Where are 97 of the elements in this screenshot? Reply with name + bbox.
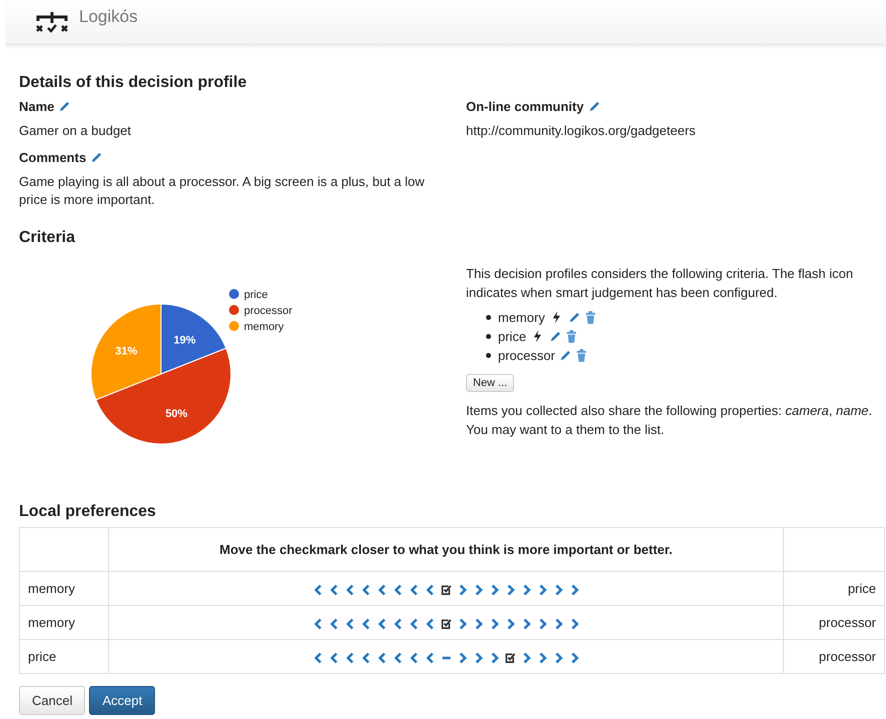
checked-box-icon[interactable] [504,652,516,664]
logo-icon [35,11,69,33]
accept-button[interactable]: Accept [89,686,156,715]
chevron-right-icon[interactable] [488,584,500,596]
chevron-right-icon[interactable] [520,652,532,664]
pencil-icon[interactable] [559,349,572,362]
chevron-right-icon[interactable] [472,584,484,596]
chevron-right-icon[interactable] [456,652,468,664]
pencil-icon[interactable] [58,100,72,112]
chevron-right-icon[interactable] [504,618,516,630]
chevron-right-icon[interactable] [488,652,500,664]
chevron-left-icon[interactable] [328,584,340,596]
chevron-left-icon[interactable] [424,618,436,630]
chevron-left-icon[interactable] [344,618,356,630]
table-cell: price [784,572,884,606]
section-heading: Criteria [19,229,76,247]
chevron-left-icon[interactable] [392,584,404,596]
chevron-right-icon[interactable] [552,584,564,596]
trash-icon[interactable] [576,349,588,362]
criteria-intro: This decision profiles considers the following criteria. The flash icon indicates when smart judgement has been configured. [466,265,854,302]
table-cell: processor [784,606,884,640]
chevron-right-icon[interactable] [568,652,580,664]
chevron-left-icon[interactable] [328,618,340,630]
chevron-left-icon[interactable] [360,652,372,664]
chevron-left-icon[interactable] [424,584,436,596]
bullet-icon [486,315,491,320]
chevron-left-icon[interactable] [408,618,420,630]
field-value: Game playing is all about a processor. A big screen is a plus, but a low price is more important. [19,173,426,209]
criterion-name: processor [498,348,556,363]
legend-label: processor [244,305,292,317]
pencil-icon[interactable] [588,100,601,112]
chevron-right-icon[interactable] [552,618,564,630]
properties-note: Items you collected also share the following properties: camera, name. You may want to a them to the list. [466,402,874,439]
table-header: Move the checkmark closer to what you think is more important or better. [108,528,784,572]
pencil-icon[interactable] [568,311,581,324]
table-cell: memory [20,572,108,606]
table-cell: processor [784,640,884,674]
bullet-icon [486,353,491,358]
field-label: On-line community [466,98,584,114]
chevron-left-icon[interactable] [360,584,372,596]
chevron-right-icon[interactable] [568,618,580,630]
checked-box-icon[interactable] [440,584,452,596]
legend-label: price [244,289,268,301]
criterion-name: memory [498,310,545,325]
chevron-right-icon[interactable] [472,618,484,630]
chevron-left-icon[interactable] [408,584,420,596]
criterion-name: price [498,329,526,344]
chevron-left-icon[interactable] [344,584,356,596]
chevron-right-icon[interactable] [520,618,532,630]
chevron-right-icon[interactable] [536,618,548,630]
legend-label: memory [244,321,284,333]
chevron-right-icon[interactable] [568,584,580,596]
chevron-left-icon[interactable] [344,652,356,664]
slice-label: 50% [165,408,188,420]
chevron-left-icon[interactable] [312,584,324,596]
chevron-left-icon[interactable] [312,618,324,630]
app-title[interactable]: Logikós [79,7,138,27]
chevron-left-icon[interactable] [392,618,404,630]
chevron-left-icon[interactable] [328,652,340,664]
table-cell: price [20,640,108,674]
field-value: Gamer on a budget [19,122,132,140]
chevron-right-icon[interactable] [552,652,564,664]
chevron-left-icon[interactable] [376,584,388,596]
field-label: Comments [19,150,86,164]
new-button[interactable]: New ... [466,374,514,392]
chevron-right-icon[interactable] [472,652,484,664]
checked-box-icon[interactable] [440,618,452,630]
pencil-icon[interactable] [549,330,562,343]
chevron-left-icon[interactable] [312,652,324,664]
cancel-button[interactable]: Cancel [19,686,86,715]
bullet-icon [486,334,491,339]
chevron-right-icon[interactable] [456,618,468,630]
table-cell: memory [20,606,108,640]
slice-label: 31% [115,345,138,358]
step-slider[interactable] [312,652,580,664]
step-slider[interactable] [312,584,580,596]
chevron-left-icon[interactable] [376,618,388,630]
chevron-left-icon[interactable] [408,652,420,664]
field-label: Name [19,98,54,114]
chevron-right-icon[interactable] [488,618,500,630]
chevron-right-icon[interactable] [536,652,548,664]
section-heading: Local preferences [19,503,157,521]
step-slider[interactable] [312,618,580,630]
field-value: http://community.logikos.org/gadgeteers [466,122,697,140]
chevron-left-icon[interactable] [360,618,372,630]
chevron-right-icon[interactable] [536,584,548,596]
section-heading: Details of this decision profile [19,74,248,92]
chevron-right-icon[interactable] [456,584,468,596]
trash-icon[interactable] [584,311,596,324]
chevron-right-icon[interactable] [504,584,516,596]
chevron-left-icon[interactable] [392,652,404,664]
pencil-icon[interactable] [90,150,104,164]
slice-label: 19% [174,334,196,346]
chevron-left-icon[interactable] [424,652,436,664]
chevron-left-icon[interactable] [376,652,388,664]
chevron-right-icon[interactable] [520,584,532,596]
trash-icon[interactable] [566,330,578,343]
